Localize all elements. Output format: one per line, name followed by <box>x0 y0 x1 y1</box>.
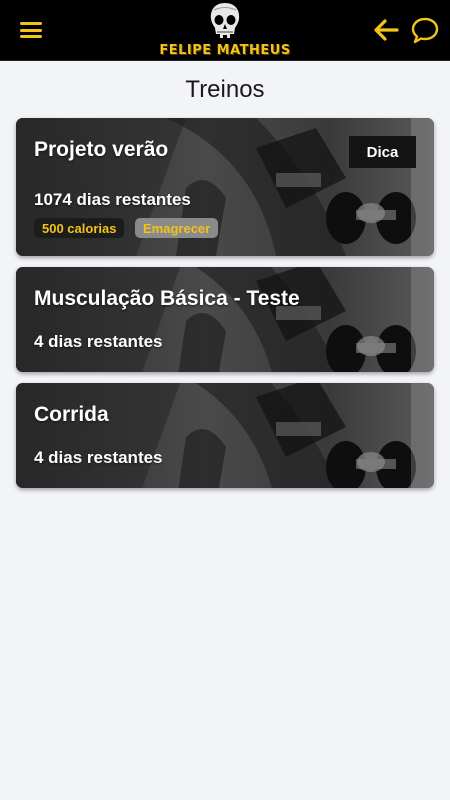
workout-title: Corrida <box>34 403 109 426</box>
calories-badge: 500 calorias <box>34 218 125 238</box>
days-remaining: 4 dias restantes <box>34 448 163 467</box>
goal-badge: Emagrecer <box>135 218 219 238</box>
brand-logo: FELIPE MATHEUS <box>159 2 291 59</box>
tip-button[interactable]: Dica <box>349 136 416 168</box>
workout-card[interactable]: Corrida 4 dias restantes <box>16 383 434 488</box>
days-remaining: 1074 dias restantes <box>34 190 191 209</box>
arrow-left-icon[interactable] <box>373 18 399 42</box>
menu-line <box>20 28 42 32</box>
brand-name: FELIPE MATHEUS <box>159 43 291 58</box>
skull-icon <box>210 3 240 38</box>
workout-card[interactable]: Musculação Básica - Teste 4 dias restant… <box>16 267 434 372</box>
workout-title: Projeto verão <box>34 138 169 161</box>
workout-card[interactable]: Projeto verão Dica 1074 dias restantes 5… <box>16 118 434 256</box>
page-title: Treinos <box>185 76 265 103</box>
menu-line <box>20 35 42 38</box>
hamburger-menu-icon[interactable] <box>19 20 43 40</box>
menu-line <box>20 22 42 25</box>
gym-background-image <box>16 383 434 488</box>
chat-bubble-icon[interactable] <box>410 16 440 44</box>
workout-title: Musculação Básica - Teste <box>34 287 300 310</box>
days-remaining: 4 dias restantes <box>34 332 163 351</box>
gym-background-image <box>16 267 434 372</box>
top-app-bar: FELIPE MATHEUS <box>0 0 450 61</box>
